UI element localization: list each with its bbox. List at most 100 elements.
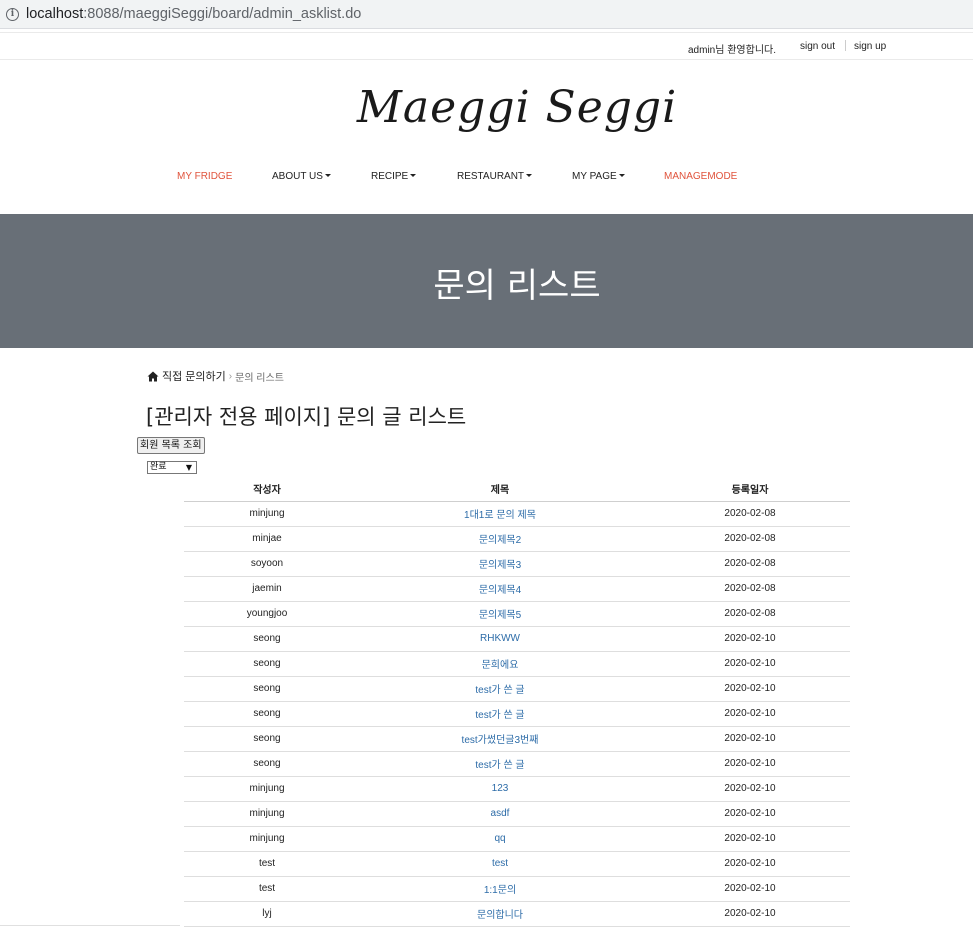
table-row: minjung 123 2020-02-10: [184, 776, 850, 802]
nav-label: ABOUT US: [272, 171, 323, 182]
cell-title-link[interactable]: 1:1문의: [350, 876, 650, 902]
cell-date: 2020-02-10: [650, 676, 850, 702]
cell-date: 2020-02-08: [650, 501, 850, 527]
welcome-message: admin님 환영합니다.: [688, 45, 776, 56]
table-row: test 1:1문의 2020-02-10: [184, 876, 850, 902]
nav-restaurant[interactable]: RESTAURANT: [457, 171, 533, 182]
table-row: lyj 문의합니다 2020-02-10: [184, 901, 850, 927]
home-icon[interactable]: [147, 371, 159, 382]
sign-up-link[interactable]: sign up: [854, 41, 886, 52]
divider: [0, 925, 180, 926]
table-body: minjung 1대1로 문의 제목 2020-02-08 minjae 문의제목2 20…: [184, 501, 850, 927]
table-header-row: 작성자 제목 등록일자: [184, 476, 850, 502]
cell-date: 2020-02-10: [650, 726, 850, 752]
info-icon[interactable]: i: [6, 8, 19, 21]
cell-author: minjae: [184, 526, 350, 552]
cell-date: 2020-02-10: [650, 826, 850, 852]
table-row: minjung 1대1로 문의 제목 2020-02-08: [184, 501, 850, 527]
cell-title-link[interactable]: test가 쓴 글: [350, 701, 650, 727]
nav-about-us[interactable]: ABOUT US: [272, 171, 331, 182]
table-row: seong test가 쓴 글 2020-02-10: [184, 676, 850, 702]
select-value: 완료: [150, 462, 167, 472]
cell-author: seong: [184, 751, 350, 777]
cell-date: 2020-02-10: [650, 651, 850, 677]
table-row: soyoon 문의제목3 2020-02-08: [184, 551, 850, 577]
table-row: minjung qq 2020-02-10: [184, 826, 850, 852]
cell-title-link[interactable]: test가썼던글3번째: [350, 726, 650, 752]
nav-my-page[interactable]: MY PAGE: [572, 171, 625, 182]
table-row: seong test가 쓴 글 2020-02-10: [184, 751, 850, 777]
cell-title-link[interactable]: 문의합니다: [350, 901, 650, 927]
sign-out-link[interactable]: sign out: [800, 41, 835, 52]
caret-down-icon: [324, 174, 331, 177]
hero-banner: 문의 리스트: [0, 214, 973, 348]
cell-author: youngjoo: [184, 601, 350, 627]
cell-date: 2020-02-10: [650, 851, 850, 877]
url-text[interactable]: localhost:8088/maeggiSeggi/board/admin_a…: [26, 6, 361, 22]
table-row: minjae 문의제목2 2020-02-08: [184, 526, 850, 552]
nav-label: RESTAURANT: [457, 171, 525, 182]
hero-title: 문의 리스트: [433, 266, 601, 306]
cell-title-link[interactable]: test가 쓴 글: [350, 676, 650, 702]
cell-author: minjung: [184, 501, 350, 527]
cell-date: 2020-02-10: [650, 876, 850, 902]
divider: [845, 40, 846, 51]
cell-title-link[interactable]: asdf: [350, 801, 650, 827]
url-host: localhost: [26, 6, 84, 22]
cell-title-link[interactable]: 문의제목5: [350, 601, 650, 627]
url-path: :8088/maeggiSeggi/board/admin_asklist.do: [83, 6, 362, 22]
cell-title-link[interactable]: 문의제목3: [350, 551, 650, 577]
dropdown-arrow-icon: ▼: [185, 463, 192, 472]
cell-author: jaemin: [184, 576, 350, 602]
cell-title-link[interactable]: 문희에요: [350, 651, 650, 677]
cell-date: 2020-02-10: [650, 751, 850, 777]
caret-down-icon: [526, 174, 533, 177]
cell-title-link[interactable]: RHKWW: [350, 626, 650, 652]
cell-author: seong: [184, 676, 350, 702]
column-header-title: 제목: [350, 476, 650, 502]
cell-author: minjung: [184, 801, 350, 827]
column-header-author: 작성자: [184, 476, 350, 502]
page-title: [관리자 전용 페이지] 문의 글 리스트: [146, 405, 467, 429]
nav-recipe[interactable]: RECIPE: [371, 171, 417, 182]
nav-label: MY PAGE: [572, 171, 617, 182]
cell-date: 2020-02-08: [650, 601, 850, 627]
cell-title-link[interactable]: 문의제목2: [350, 526, 650, 552]
member-list-button[interactable]: 회원 목록 조회: [137, 437, 205, 454]
browser-address-bar[interactable]: i localhost:8088/maeggiSeggi/board/admin…: [0, 0, 973, 29]
status-filter-select[interactable]: 완료 ▼: [147, 461, 197, 474]
cell-date: 2020-02-08: [650, 551, 850, 577]
cell-title-link[interactable]: 문의제목4: [350, 576, 650, 602]
cell-author: seong: [184, 626, 350, 652]
table-row: seong 문희에요 2020-02-10: [184, 651, 850, 677]
cell-author: seong: [184, 651, 350, 677]
cell-author: seong: [184, 701, 350, 727]
cell-author: minjung: [184, 826, 350, 852]
breadcrumb-home-link[interactable]: 직접 문의하기: [162, 368, 226, 384]
cell-date: 2020-02-08: [650, 576, 850, 602]
inquiry-table: 작성자 제목 등록일자 minjung 1대1로 문의 제목 2020-02-08 m…: [184, 476, 850, 927]
cell-date: 2020-02-10: [650, 901, 850, 927]
cell-date: 2020-02-08: [650, 526, 850, 552]
main-nav: MY FRIDGE ABOUT US RECIPE RESTAURANT MY …: [0, 171, 973, 185]
column-header-date: 등록일자: [650, 476, 850, 502]
table-row: seong test가썼던글3번째 2020-02-10: [184, 726, 850, 752]
cell-title-link[interactable]: test가 쓴 글: [350, 751, 650, 777]
table-row: test test 2020-02-10: [184, 851, 850, 877]
nav-my-fridge[interactable]: MY FRIDGE: [177, 171, 232, 182]
breadcrumb-separator: ›: [228, 370, 233, 382]
cell-title-link[interactable]: test: [350, 851, 650, 877]
cell-date: 2020-02-10: [650, 626, 850, 652]
nav-managemode[interactable]: MANAGEMODE: [664, 171, 737, 182]
cell-title-link[interactable]: 123: [350, 776, 650, 802]
table-row: jaemin 문의제목4 2020-02-08: [184, 576, 850, 602]
caret-down-icon: [410, 174, 417, 177]
cell-author: minjung: [184, 776, 350, 802]
cell-title-link[interactable]: 1대1로 문의 제목: [350, 501, 650, 527]
cell-title-link[interactable]: qq: [350, 826, 650, 852]
table-row: seong test가 쓴 글 2020-02-10: [184, 701, 850, 727]
nav-label: MY FRIDGE: [177, 171, 233, 182]
cell-date: 2020-02-10: [650, 701, 850, 727]
site-logo[interactable]: Maeggi Seggi: [0, 82, 973, 133]
table-row: minjung asdf 2020-02-10: [184, 801, 850, 827]
